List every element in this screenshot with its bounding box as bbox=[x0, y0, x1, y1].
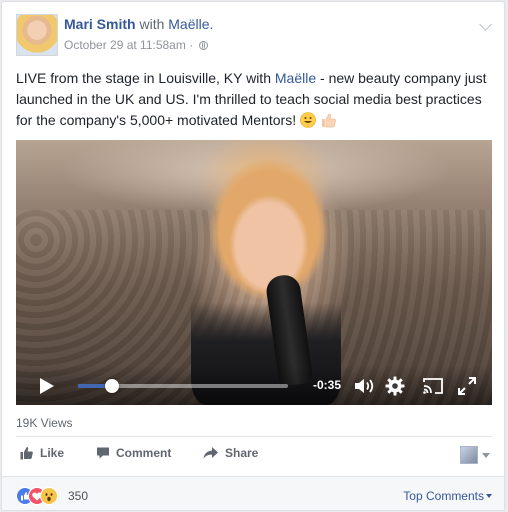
comment-button[interactable]: Comment bbox=[96, 446, 171, 460]
time-remaining: -0:35 bbox=[313, 378, 342, 392]
share-button[interactable]: Share bbox=[203, 446, 258, 460]
comment-icon bbox=[97, 447, 109, 459]
tagged-page[interactable]: Maëlle. bbox=[168, 16, 213, 32]
share-icon bbox=[203, 447, 218, 459]
post-card: Mari Smith with Maëlle. October 29 at 11… bbox=[1, 1, 505, 511]
divider-top bbox=[16, 436, 492, 437]
caret-down-icon bbox=[486, 494, 492, 498]
like-button[interactable]: Like bbox=[20, 446, 64, 460]
share-label: Share bbox=[225, 446, 259, 460]
chevron-down-icon[interactable] bbox=[482, 453, 490, 458]
reaction-count[interactable]: 350 bbox=[68, 489, 88, 503]
post-as-avatar[interactable] bbox=[460, 446, 478, 464]
post-text: LIVE from the stage in Louisville, KY wi… bbox=[16, 68, 494, 131]
cast-icon[interactable] bbox=[422, 377, 444, 395]
post-header: Mari Smith with Maëlle. bbox=[64, 16, 213, 32]
top-comments-dropdown[interactable]: Top Comments bbox=[403, 489, 492, 503]
author-name[interactable]: Mari Smith bbox=[64, 16, 136, 32]
video-progress-bar[interactable] bbox=[78, 379, 288, 393]
like-icon bbox=[20, 447, 33, 460]
like-label: Like bbox=[40, 446, 65, 460]
video-controls: -0:35 bbox=[16, 365, 492, 405]
post-text-start: LIVE from the stage in Louisville, KY wi… bbox=[16, 70, 275, 86]
comment-label: Comment bbox=[116, 446, 172, 460]
thumbs-up-emoji bbox=[321, 113, 336, 128]
grinning-emoji bbox=[300, 112, 316, 128]
meta-separator: · bbox=[189, 38, 194, 52]
post-meta: October 29 at 11:58am · bbox=[64, 38, 208, 52]
volume-icon[interactable] bbox=[354, 377, 376, 395]
fullscreen-icon[interactable] bbox=[457, 376, 477, 396]
video-player[interactable]: -0:35 bbox=[16, 140, 492, 405]
view-count[interactable]: 19K Views bbox=[16, 416, 72, 430]
top-comments-label: Top Comments bbox=[403, 489, 484, 503]
globe-icon bbox=[198, 41, 208, 50]
with-text: with bbox=[139, 16, 165, 32]
post-timestamp[interactable]: October 29 at 11:58am bbox=[64, 38, 186, 52]
play-icon[interactable] bbox=[40, 378, 54, 394]
video-scrubber-handle[interactable] bbox=[104, 379, 119, 393]
author-avatar[interactable] bbox=[16, 14, 58, 56]
chevron-down-icon[interactable] bbox=[479, 18, 492, 31]
mention-link[interactable]: Maëlle bbox=[275, 70, 316, 86]
wow-reaction-icon bbox=[40, 487, 58, 505]
gear-icon[interactable] bbox=[385, 376, 405, 396]
reactions-bar: 350 Top Comments bbox=[2, 476, 504, 510]
